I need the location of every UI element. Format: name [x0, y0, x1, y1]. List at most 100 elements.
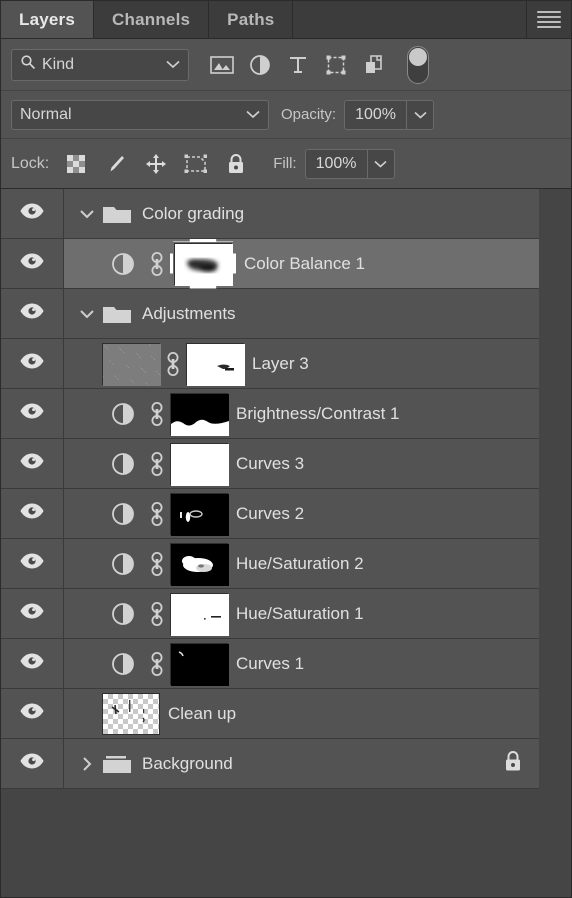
layer-list[interactable]: Color grading Color Balance 1 Adjustment… [1, 189, 571, 897]
blend-mode-select[interactable]: Normal [11, 99, 269, 130]
layer-name[interactable]: Curves 3 [236, 454, 304, 474]
half-circle-adjustment-icon[interactable] [102, 651, 144, 677]
filter-enable-toggle[interactable] [407, 45, 429, 84]
layer-name[interactable]: Curves 1 [236, 654, 304, 674]
layer-mask-thumbnail[interactable] [170, 592, 229, 636]
smart-object-filter-icon[interactable] [355, 48, 393, 82]
layer-visibility-toggle[interactable] [1, 689, 64, 738]
half-circle-adjustment-icon[interactable] [102, 251, 144, 277]
layer-visibility-toggle[interactable] [1, 489, 64, 538]
shape-layer-filter-icon[interactable] [317, 48, 355, 82]
layer-visibility-toggle[interactable] [1, 289, 64, 338]
layer-mask-thumbnail[interactable] [170, 492, 229, 536]
layer-visibility-toggle[interactable] [1, 389, 64, 438]
mask-link-icon[interactable] [144, 450, 170, 478]
mask-link-icon[interactable] [144, 250, 170, 278]
layer-thumbnail[interactable] [102, 692, 160, 735]
layer-list-scrollbar[interactable] [539, 189, 571, 897]
chevron-down-icon[interactable] [74, 209, 100, 219]
layer-visibility-toggle[interactable] [1, 439, 64, 488]
opacity-value[interactable]: 100% [345, 100, 408, 129]
layer-row[interactable]: Layer 3 [1, 339, 541, 389]
layer-name[interactable]: Curves 2 [236, 504, 304, 524]
layer-row-body[interactable]: Curves 1 [64, 639, 541, 688]
layer-visibility-toggle[interactable] [1, 739, 64, 788]
tab-paths[interactable]: Paths [209, 1, 294, 38]
layer-name[interactable]: Color grading [142, 204, 244, 224]
layer-name[interactable]: Background [142, 754, 233, 774]
layer-mask-thumbnail[interactable] [170, 642, 229, 686]
opacity-dropdown-icon[interactable] [407, 101, 433, 129]
half-circle-adjustment-icon[interactable] [102, 551, 144, 577]
layer-name[interactable]: Hue/Saturation 2 [236, 554, 364, 574]
layer-name[interactable]: Hue/Saturation 1 [236, 604, 364, 624]
chevron-right-icon[interactable] [74, 756, 100, 772]
layer-row-body[interactable]: Hue/Saturation 1 [64, 589, 541, 638]
layer-row-body[interactable]: Hue/Saturation 2 [64, 539, 541, 588]
layer-thumbnail[interactable] [102, 342, 161, 386]
layer-row[interactable]: Color Balance 1 [1, 239, 541, 289]
layer-visibility-toggle[interactable] [1, 539, 64, 588]
layer-visibility-toggle[interactable] [1, 189, 64, 238]
layer-visibility-toggle[interactable] [1, 239, 64, 288]
half-circle-adjustment-icon[interactable] [102, 601, 144, 627]
layer-mask-thumbnail[interactable] [170, 442, 229, 486]
layer-row[interactable]: Color grading [1, 189, 541, 239]
layer-row-body[interactable]: Clean up [64, 689, 541, 738]
layer-row[interactable]: Background [1, 739, 541, 789]
mask-link-icon[interactable] [144, 650, 170, 678]
fill-dropdown-icon[interactable] [368, 150, 394, 178]
layer-row-body[interactable]: Color Balance 1 [64, 239, 541, 288]
tab-channels[interactable]: Channels [94, 1, 210, 38]
layer-row[interactable]: Curves 3 [1, 439, 541, 489]
lock-position-icon[interactable] [141, 149, 171, 179]
filter-kind-select[interactable]: Kind [11, 48, 189, 81]
lock-artboard-nesting-icon[interactable] [181, 149, 211, 179]
layer-row[interactable]: Hue/Saturation 2 [1, 539, 541, 589]
tab-layers[interactable]: Layers [1, 1, 95, 38]
layer-mask-thumbnail[interactable] [186, 342, 245, 386]
mask-link-icon[interactable] [144, 600, 170, 628]
layer-mask-thumbnail[interactable] [170, 542, 229, 586]
fill-field[interactable]: 100% [304, 148, 395, 179]
chevron-down-icon[interactable] [74, 309, 100, 319]
panel-menu-button[interactable] [527, 1, 571, 38]
fill-value[interactable]: 100% [306, 149, 368, 178]
layer-row[interactable]: Adjustments [1, 289, 541, 339]
layer-row[interactable]: Brightness/Contrast 1 [1, 389, 541, 439]
adjustment-layer-filter-icon[interactable] [241, 48, 279, 82]
layer-row[interactable]: Curves 2 [1, 489, 541, 539]
layer-row-body[interactable]: Curves 2 [64, 489, 541, 538]
layer-row-body[interactable]: Layer 3 [64, 339, 541, 388]
opacity-field[interactable]: 100% [344, 99, 435, 130]
layer-row-body[interactable]: Curves 3 [64, 439, 541, 488]
mask-link-icon[interactable] [144, 550, 170, 578]
mask-link-icon[interactable] [144, 400, 170, 428]
layer-visibility-toggle[interactable] [1, 639, 64, 688]
lock-all-icon[interactable] [221, 149, 251, 179]
half-circle-adjustment-icon[interactable] [102, 401, 144, 427]
half-circle-adjustment-icon[interactable] [102, 451, 144, 477]
layer-row-body[interactable]: Adjustments [64, 289, 541, 338]
layer-name[interactable]: Clean up [168, 704, 236, 724]
layer-row-body[interactable]: Color grading [64, 189, 541, 238]
type-layer-filter-icon[interactable] [279, 48, 317, 82]
layer-mask-thumbnail[interactable] [170, 239, 236, 289]
half-circle-adjustment-icon[interactable] [102, 501, 144, 527]
lock-image-pixels-icon[interactable] [101, 149, 131, 179]
mask-link-icon[interactable] [160, 350, 186, 378]
layer-visibility-toggle[interactable] [1, 339, 64, 388]
mask-link-icon[interactable] [144, 500, 170, 528]
layer-name[interactable]: Color Balance 1 [244, 254, 365, 274]
layer-row[interactable]: Clean up [1, 689, 541, 739]
layer-mask-thumbnail[interactable] [170, 392, 229, 436]
layer-row-body[interactable]: Background [64, 739, 541, 788]
layer-row-body[interactable]: Brightness/Contrast 1 [64, 389, 541, 438]
layer-visibility-toggle[interactable] [1, 589, 64, 638]
layer-name[interactable]: Adjustments [142, 304, 236, 324]
layer-name[interactable]: Layer 3 [252, 354, 309, 374]
layer-name[interactable]: Brightness/Contrast 1 [236, 404, 399, 424]
layer-row[interactable]: Curves 1 [1, 639, 541, 689]
pixel-layer-filter-icon[interactable] [203, 48, 241, 82]
lock-transparent-pixels-icon[interactable] [61, 149, 91, 179]
